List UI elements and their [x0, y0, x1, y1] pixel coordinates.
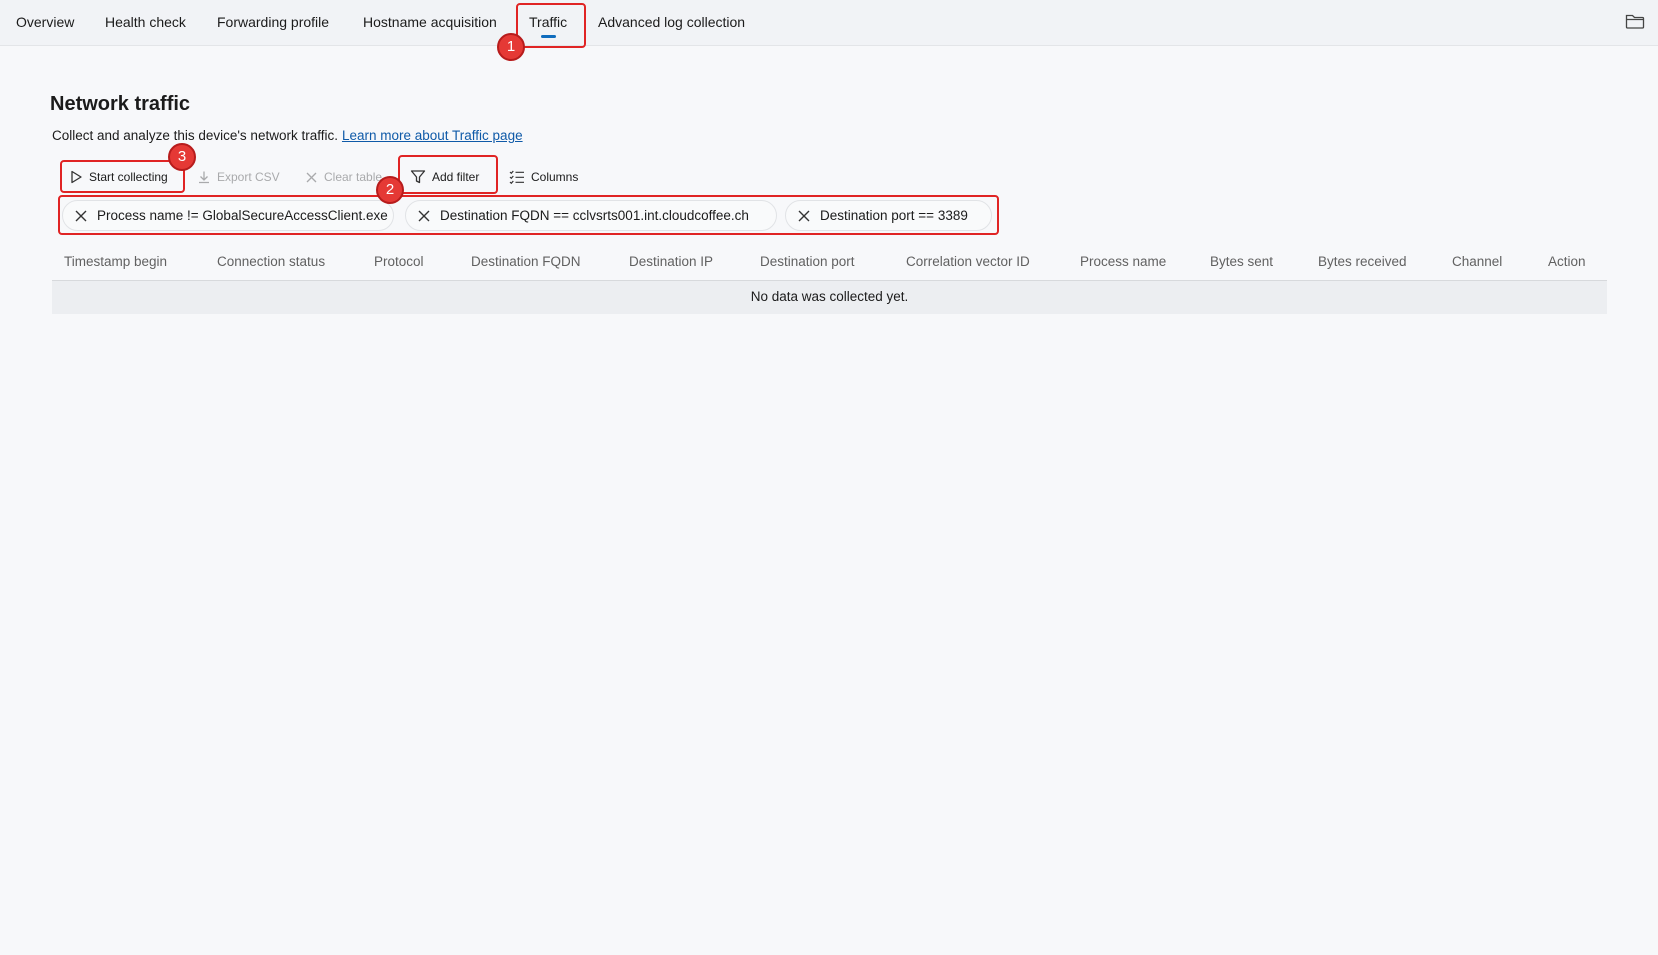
column-header-connection-status[interactable]: Connection status [217, 254, 325, 269]
column-header-channel[interactable]: Channel [1452, 254, 1502, 269]
top-navigation: Overview Health check Forwarding profile… [0, 0, 1658, 46]
column-header-bytes-sent[interactable]: Bytes sent [1210, 254, 1273, 269]
annotation-box-filters [58, 195, 999, 235]
table-empty-message: No data was collected yet. [52, 281, 1607, 314]
column-header-timestamp-begin[interactable]: Timestamp begin [64, 254, 167, 269]
column-header-action[interactable]: Action [1548, 254, 1586, 269]
annotation-box-start-collecting [60, 160, 185, 193]
tab-health-check[interactable]: Health check [105, 0, 186, 45]
page-description: Collect and analyze this device's networ… [52, 128, 523, 143]
annotation-box-add-filter [398, 155, 498, 194]
dismiss-icon [306, 172, 317, 182]
folder-icon[interactable] [1625, 12, 1645, 30]
columns-button[interactable]: Columns [509, 162, 578, 192]
column-header-destination-fqdn[interactable]: Destination FQDN [471, 254, 581, 269]
export-csv-button[interactable]: Export CSV [197, 162, 280, 192]
annotation-badge-3: 3 [168, 143, 196, 171]
annotation-box-traffic-tab [516, 3, 586, 48]
tab-advanced-log-collection[interactable]: Advanced log collection [598, 0, 745, 45]
description-text: Collect and analyze this device's networ… [52, 128, 338, 143]
tab-forwarding-profile[interactable]: Forwarding profile [217, 0, 329, 45]
learn-more-link[interactable]: Learn more about Traffic page [342, 128, 523, 143]
clear-table-label: Clear table [324, 170, 383, 184]
download-icon [199, 171, 209, 184]
columns-icon [509, 170, 524, 185]
tab-hostname-acquisition[interactable]: Hostname acquisition [363, 0, 497, 45]
clear-table-button[interactable]: Clear table [305, 162, 382, 192]
column-header-destination-ip[interactable]: Destination IP [629, 254, 713, 269]
column-header-protocol[interactable]: Protocol [374, 254, 424, 269]
annotation-badge-2: 2 [376, 176, 404, 204]
column-header-bytes-received[interactable]: Bytes received [1318, 254, 1407, 269]
column-header-correlation-vector-id[interactable]: Correlation vector ID [906, 254, 1030, 269]
page-title: Network traffic [50, 93, 191, 115]
annotation-badge-1: 1 [497, 33, 525, 61]
column-header-process-name[interactable]: Process name [1080, 254, 1166, 269]
export-csv-label: Export CSV [217, 170, 280, 184]
columns-label: Columns [531, 170, 579, 184]
column-header-destination-port[interactable]: Destination port [760, 254, 855, 269]
tab-overview[interactable]: Overview [16, 0, 74, 45]
